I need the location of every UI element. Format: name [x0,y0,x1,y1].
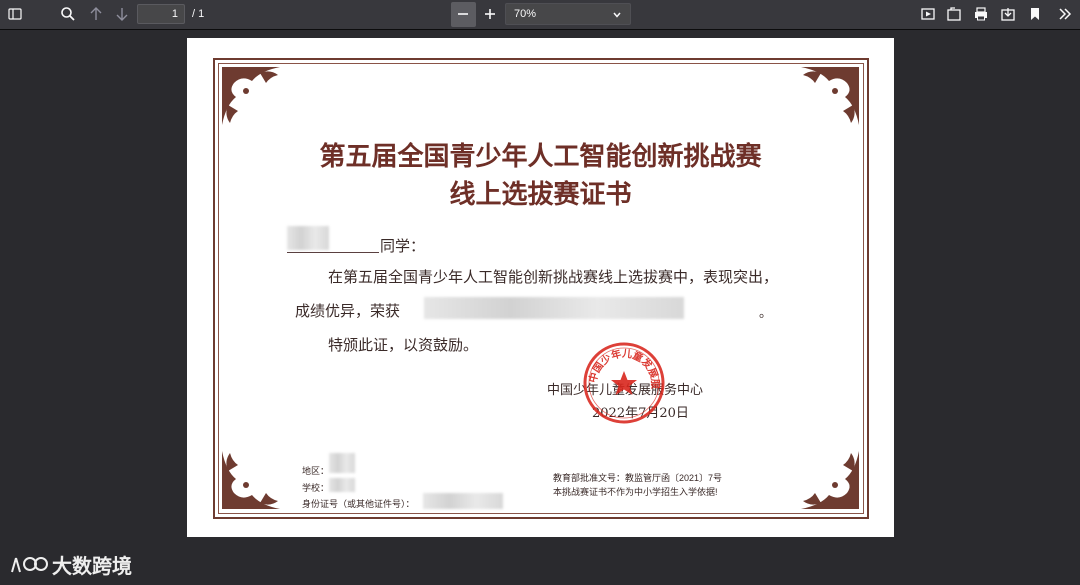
zoom-value: 70% [514,8,537,20]
download-icon[interactable] [997,4,1019,24]
print-icon[interactable] [970,4,992,24]
page-number-input[interactable]: 1 [137,4,185,24]
next-page-icon[interactable] [111,4,133,24]
redacted-award [424,297,684,319]
greeting-label: 同学： [380,237,426,255]
zoom-select[interactable]: 70% [505,3,631,25]
redacted-id [423,493,503,509]
pdf-page: 第五届全国青少年人工智能创新挑战赛 线上选拔赛证书 同学： 在第五届全国青少年人… [187,38,894,537]
zoom-out-icon[interactable] [452,4,474,24]
pdf-toolbar: 1 / 1 70% [0,0,1080,30]
disclaimer-text: 本挑战赛证书不作为中小学招生入学依据! [553,487,718,497]
watermark-logo-icon [11,556,48,572]
redacted-region [329,453,355,473]
name-underline [287,252,379,253]
official-seal-icon: 中国少年儿童发展服务中心 [582,341,665,424]
certificate-title-line2: 线上选拔赛证书 [449,180,632,210]
corner-ornament-icon [801,67,859,125]
corner-ornament-icon [222,451,280,509]
page-total-label: / 1 [192,8,205,20]
corner-ornament-icon [801,451,859,509]
body-line3: 特颁此证，以资鼓励。 [328,336,479,354]
body-line2-prefix: 成绩优异，荣获 [295,302,401,320]
approval-number: 教育部批准文号：教监管厅函〔2021〕7号 [553,473,723,483]
search-icon[interactable] [57,4,79,24]
sidebar-toggle-icon[interactable] [4,4,26,24]
body-line2-suffix: 。 [759,306,773,321]
redacted-name [287,226,329,250]
open-file-icon[interactable] [943,4,965,24]
school-label: 学校： [302,483,330,493]
watermark-text: 大数跨境 [52,554,132,578]
certificate-title-line1: 第五届全国青少年人工智能创新挑战赛 [319,142,762,172]
watermark: 大数跨境 [8,550,132,579]
corner-ornament-icon [222,67,280,125]
region-label: 地区： [302,466,330,476]
certificate-inner-border [218,63,864,514]
redacted-school [329,478,355,492]
previous-page-icon[interactable] [85,4,107,24]
chevron-down-icon [613,12,621,18]
id-label: 身份证号（或其他证件号）： [302,499,415,509]
presentation-mode-icon[interactable] [917,4,939,24]
tools-icon[interactable] [1054,4,1076,24]
zoom-in-icon[interactable] [479,4,501,24]
body-line1: 在第五届全国青少年人工智能创新挑战赛线上选拔赛中，表现突出， [328,268,779,286]
bookmark-icon[interactable] [1024,4,1046,24]
